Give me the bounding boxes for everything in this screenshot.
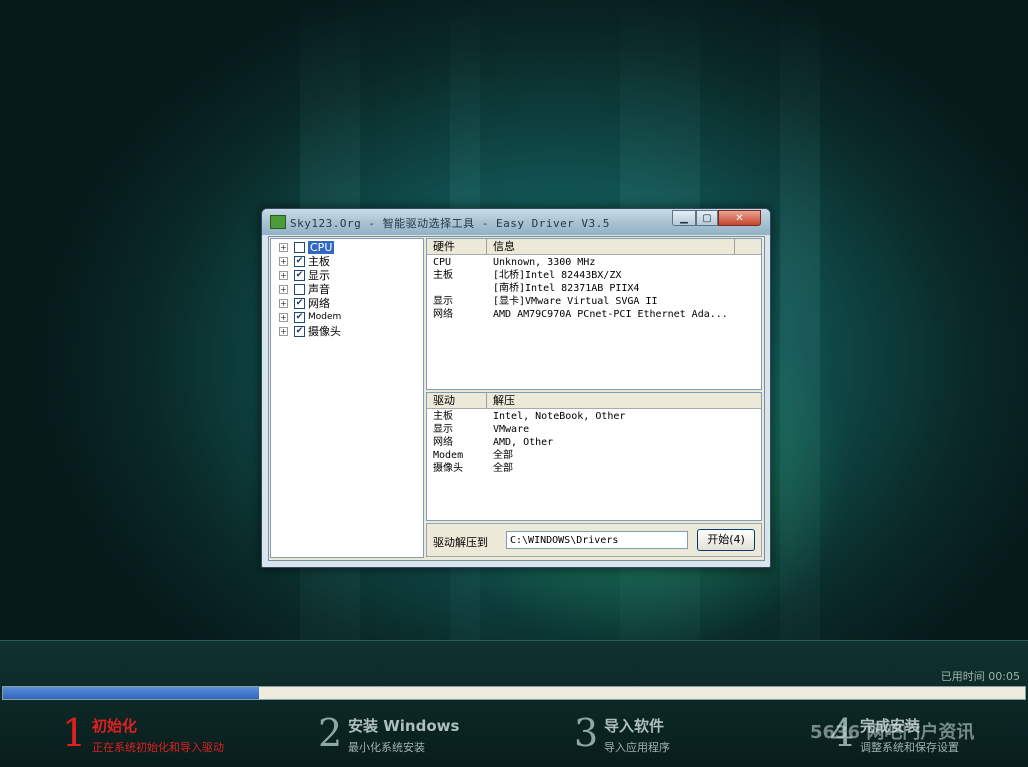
step-number: 1 [62, 711, 87, 755]
checkbox-mainboard[interactable] [294, 255, 305, 267]
tree-item-cpu[interactable]: + CPU [279, 240, 335, 254]
hardware-info-list[interactable]: 硬件 信息 CPU Unknown, 3300 MHz 主板 [北桥]Intel… [426, 238, 762, 390]
maximize-button[interactable]: ▢ [696, 210, 718, 226]
tree-label: CPU [308, 240, 335, 254]
column-header-info[interactable]: 信息 [487, 239, 735, 254]
driver-type: 显示 [433, 424, 453, 435]
minimize-button[interactable]: ▁ [672, 210, 696, 226]
expand-icon[interactable]: + [279, 256, 288, 266]
step-title: 安装 Windows [348, 717, 460, 735]
checkbox-camera[interactable] [294, 325, 305, 337]
device-tree[interactable]: + CPU + 主板 + 显示 + 声音 + 网络 [270, 238, 424, 558]
expand-icon[interactable]: + [279, 270, 288, 280]
tree-label: 摄像头 [308, 325, 341, 338]
progress-fill [3, 687, 259, 699]
hardware-type: 网络 [433, 309, 453, 320]
tree-item-modem[interactable]: + Modem [279, 310, 341, 324]
watermark-logo: 5636 网吧门户资讯 [810, 722, 975, 743]
checkbox-sound[interactable] [294, 283, 305, 295]
column-header-driver[interactable]: 驱动 [427, 393, 487, 408]
column-header-hardware[interactable]: 硬件 [427, 239, 487, 254]
step-subtitle: 最小化系统安装 [348, 741, 425, 754]
driver-extract: Intel, NoteBook, Other [493, 411, 626, 422]
checkbox-display[interactable] [294, 269, 305, 281]
hardware-info: [显卡]VMware Virtual SVGA II [493, 296, 658, 307]
step-title: 初始化 [92, 717, 138, 735]
expand-icon[interactable]: + [279, 298, 288, 308]
driver-extract: 全部 [493, 463, 513, 474]
hardware-type: 显示 [433, 296, 453, 307]
expand-icon[interactable]: + [279, 326, 288, 336]
hardware-info: [南桥]Intel 82371AB PIIX4 [493, 283, 640, 294]
driver-extract: 全部 [493, 450, 513, 461]
hardware-info: AMD AM79C970A PCnet-PCI Ethernet Ada... [493, 309, 728, 320]
hardware-info: [北桥]Intel 82443BX/ZX [493, 270, 622, 281]
easy-driver-window: Sky123.Org - 智能驱动选择工具 - Easy Driver V3.5… [261, 208, 771, 568]
expand-icon[interactable]: + [279, 242, 288, 252]
hardware-info: Unknown, 3300 MHz [493, 257, 596, 268]
extract-label: 驱动解压到 [433, 536, 488, 549]
window-client-area: + CPU + 主板 + 显示 + 声音 + 网络 [268, 236, 765, 561]
tree-item-sound[interactable]: + 声音 [279, 282, 330, 296]
setup-progress-bar [2, 686, 1026, 700]
driver-type: 摄像头 [433, 463, 463, 474]
extract-path-input[interactable]: C:\WINDOWS\Drivers [506, 531, 688, 549]
window-title: Sky123.Org - 智能驱动选择工具 - Easy Driver V3.5 [290, 217, 610, 230]
driver-extract: AMD, Other [493, 437, 554, 448]
checkbox-network[interactable] [294, 297, 305, 309]
tree-item-mainboard[interactable]: + 主板 [279, 254, 330, 268]
expand-icon[interactable]: + [279, 312, 288, 322]
start-button[interactable]: 开始(4) [697, 529, 755, 551]
background-streak [780, 0, 820, 640]
step-subtitle: 导入应用程序 [604, 741, 670, 754]
tree-item-network[interactable]: + 网络 [279, 296, 330, 310]
tree-label: 网络 [308, 297, 330, 310]
driver-type: 主板 [433, 411, 453, 422]
app-icon [270, 215, 286, 229]
elapsed-time: 已用时间 00:05 [940, 670, 1020, 683]
hardware-type: 主板 [433, 270, 453, 281]
checkbox-modem[interactable] [294, 311, 305, 323]
driver-type: 网络 [433, 437, 453, 448]
step-title: 导入软件 [604, 717, 665, 735]
list-header: 硬件 信息 [427, 239, 761, 255]
title-bar[interactable]: Sky123.Org - 智能驱动选择工具 - Easy Driver V3.5… [262, 209, 770, 235]
step-number: 2 [318, 711, 343, 755]
driver-list[interactable]: 驱动 解压 主板 Intel, NoteBook, Other 显示 VMwar… [426, 392, 762, 521]
driver-extract: VMware [493, 424, 530, 435]
tree-item-camera[interactable]: + 摄像头 [279, 324, 341, 338]
tree-label: Modem [308, 312, 342, 322]
close-button[interactable]: ✕ [718, 210, 761, 226]
step-subtitle: 正在系统初始化和导入驱动 [92, 741, 224, 754]
checkbox-cpu[interactable] [294, 241, 305, 253]
step-number: 3 [574, 711, 599, 755]
hardware-type: CPU [433, 257, 452, 268]
expand-icon[interactable]: + [279, 284, 288, 294]
extract-bar: 驱动解压到 C:\WINDOWS\Drivers 开始(4) [426, 523, 762, 557]
driver-type: Modem [433, 450, 464, 461]
tree-item-display[interactable]: + 显示 [279, 268, 330, 282]
list-header: 驱动 解压 [427, 393, 761, 409]
column-header-extract[interactable]: 解压 [487, 393, 759, 408]
setup-footer: 已用时间 00:05 1 初始化 正在系统初始化和导入驱动 2 安装 Windo… [0, 640, 1028, 767]
